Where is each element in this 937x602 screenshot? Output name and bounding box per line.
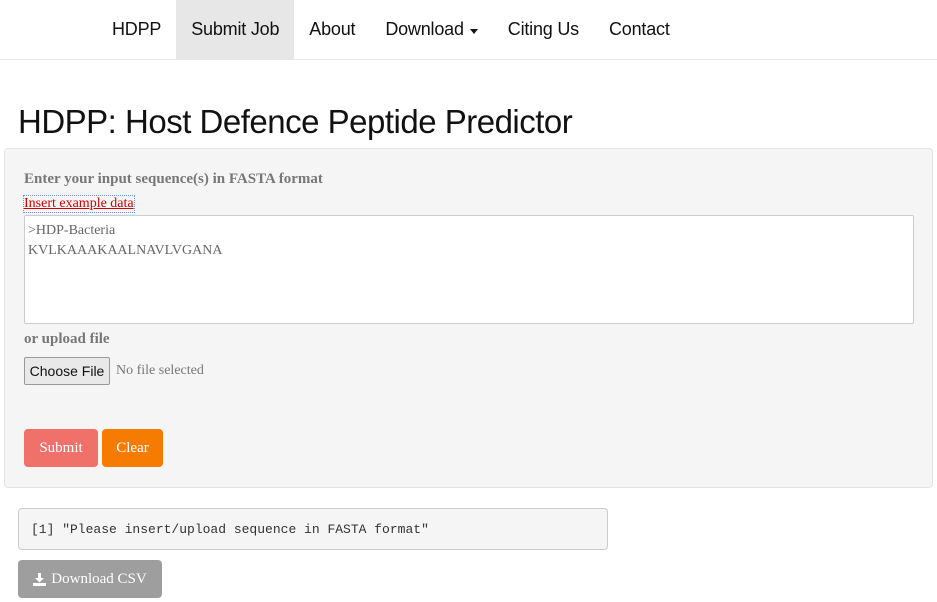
nav-item-submit-job[interactable]: Submit Job xyxy=(176,0,295,59)
nav-item-label: Download xyxy=(385,19,464,39)
nav-item-label: Submit Job xyxy=(191,19,280,39)
submit-button[interactable]: Submit xyxy=(24,429,98,467)
output-message: [1] "Please insert/upload sequence in FA… xyxy=(18,508,608,550)
navbar-inner: HDPP Submit Job About Download Citing Us… xyxy=(4,0,937,59)
nav-item-label: Citing Us xyxy=(507,19,579,39)
input-panel: Enter your input sequence(s) in FASTA fo… xyxy=(4,148,933,488)
nav-item-label: About xyxy=(309,19,356,39)
download-csv-button[interactable]: Download CSV xyxy=(18,560,162,598)
clear-button[interactable]: Clear xyxy=(102,429,163,467)
nav-item-about[interactable]: About xyxy=(294,0,370,59)
download-label: Download CSV xyxy=(51,570,147,587)
sequence-input-label: Enter your input sequence(s) in FASTA fo… xyxy=(24,171,323,187)
navbar: HDPP Submit Job About Download Citing Us… xyxy=(0,0,937,60)
page-title: HDPP: Host Defence Peptide Predictor xyxy=(18,103,573,140)
nav-item-citing-us[interactable]: Citing Us xyxy=(493,0,594,59)
caret-down-icon xyxy=(469,29,478,34)
choose-file-button[interactable]: Choose File xyxy=(24,357,110,385)
nav-item-hdpp[interactable]: HDPP xyxy=(97,0,176,59)
nav-item-label: HDPP xyxy=(112,19,162,39)
upload-label: or upload file xyxy=(24,331,110,347)
sequence-textarea[interactable]: >HDP-Bacteria KVLKAAAKAALNAVLVGANA xyxy=(24,215,914,324)
nav-item-label: Contact xyxy=(609,19,670,39)
file-status: No file selected xyxy=(116,363,204,378)
nav-menu: HDPP Submit Job About Download Citing Us… xyxy=(97,0,685,59)
nav-item-download[interactable]: Download xyxy=(370,0,492,59)
nav-item-contact[interactable]: Contact xyxy=(594,0,685,59)
insert-example-link[interactable]: Insert example data xyxy=(23,195,135,213)
download-icon xyxy=(33,572,47,586)
